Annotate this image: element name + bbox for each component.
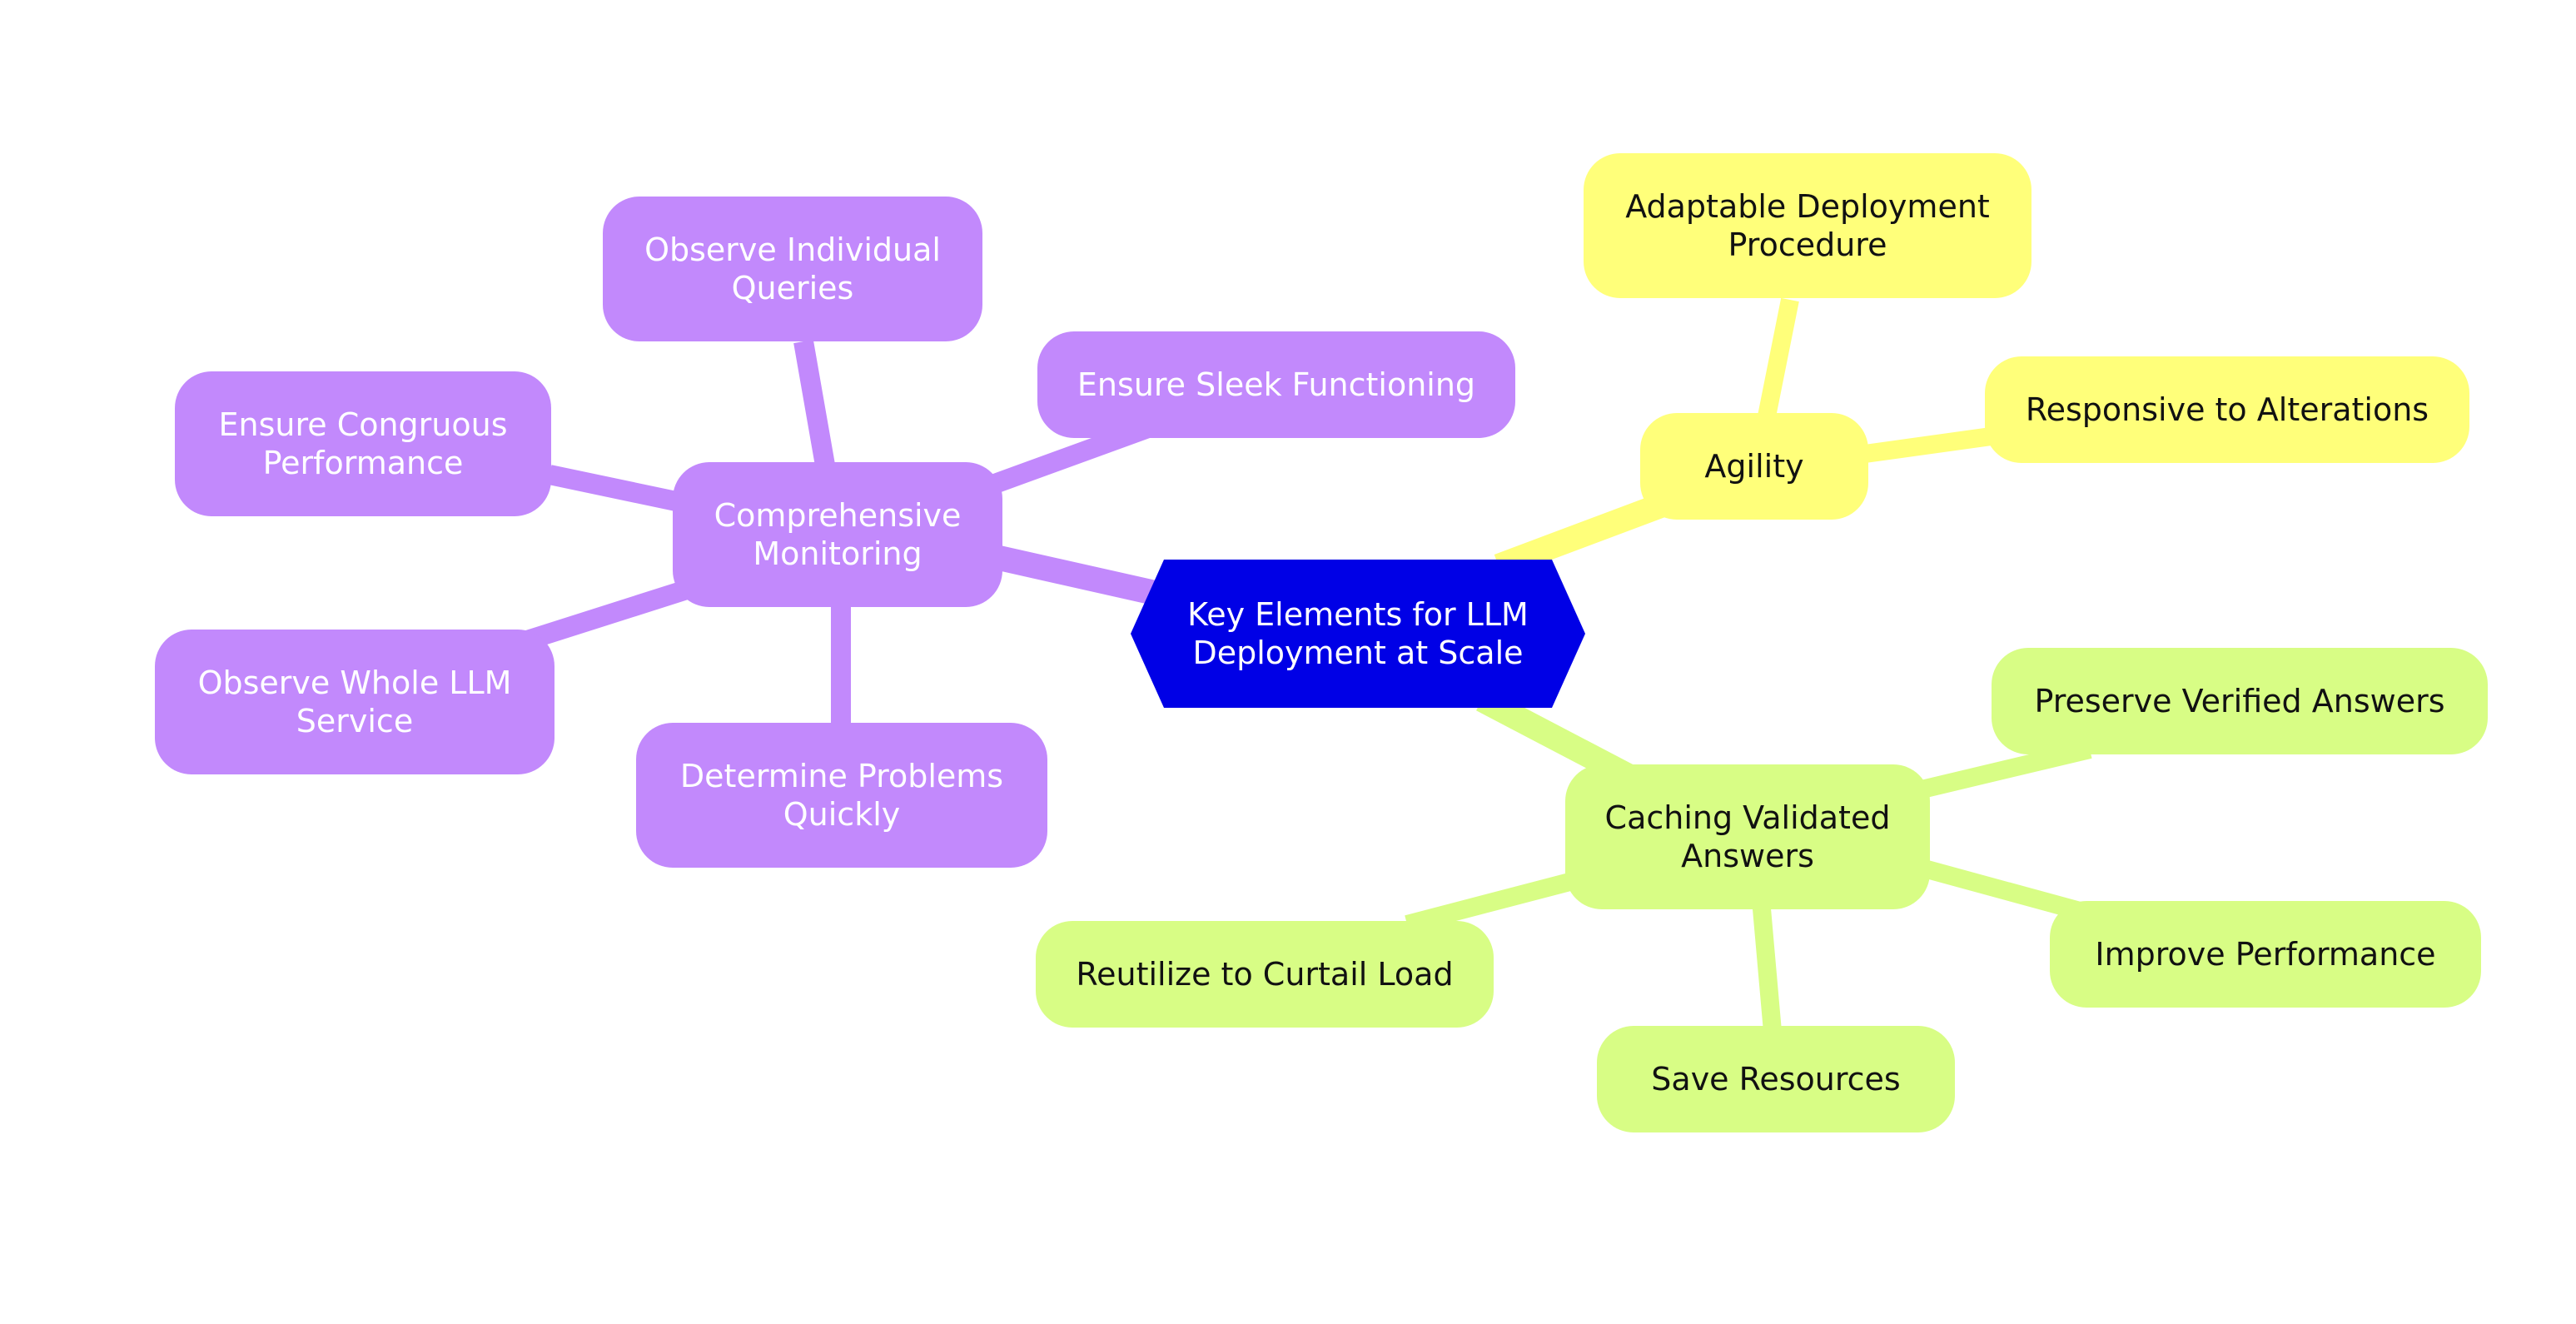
leaf-node-determine-problems-quickly[interactable]: Determine Problems Quickly — [636, 723, 1047, 868]
leaf-node-observe-whole-llm-service[interactable]: Observe Whole LLM Service — [155, 630, 554, 774]
leaf-label: Adaptable Deployment Procedure — [1625, 188, 1990, 263]
leaf-node-ensure-sleek-functioning[interactable]: Ensure Sleek Functioning — [1037, 331, 1515, 438]
edge-caching-c3 — [1752, 898, 1783, 1042]
leaf-label: Observe Individual Queries — [644, 231, 941, 306]
leaf-node-observe-individual-queries[interactable]: Observe Individual Queries — [603, 197, 982, 341]
root-label: Key Elements for LLM Deployment at Scale — [1187, 596, 1529, 671]
leaf-node-ensure-congruous-performance[interactable]: Ensure Congruous Performance — [175, 371, 551, 516]
leaf-label: Reutilize to Curtail Load — [1076, 956, 1454, 993]
leaf-node-adaptable-deployment-procedure[interactable]: Adaptable Deployment Procedure — [1584, 153, 2031, 298]
branch-node-monitoring[interactable]: Comprehensive Monitoring — [673, 462, 1002, 607]
leaf-label: Observe Whole LLM Service — [197, 664, 512, 739]
leaf-node-preserve-verified-answers[interactable]: Preserve Verified Answers — [1992, 648, 2488, 754]
edge-agility-a1 — [1756, 297, 1799, 427]
leaf-label: Determine Problems Quickly — [679, 758, 1004, 833]
edge-caching-c1 — [1912, 740, 2092, 800]
leaf-label: Preserve Verified Answers — [2034, 683, 2445, 719]
leaf-node-responsive-to-alterations[interactable]: Responsive to Alterations — [1985, 356, 2469, 463]
leaf-label: Save Resources — [1651, 1061, 1901, 1098]
branch-node-agility[interactable]: Agility — [1640, 413, 1868, 520]
leaf-label: Ensure Sleek Functioning — [1077, 366, 1476, 403]
branch-label: Comprehensive Monitoring — [714, 497, 962, 572]
leaf-node-reutilize-to-curtail-load[interactable]: Reutilize to Curtail Load — [1036, 921, 1494, 1028]
branch-label: Agility — [1704, 448, 1804, 485]
leaf-label: Improve Performance — [2095, 936, 2436, 973]
leaf-label: Ensure Congruous Performance — [218, 406, 508, 481]
root-node[interactable]: Key Elements for LLM Deployment at Scale — [1131, 560, 1585, 708]
leaf-label: Responsive to Alterations — [2025, 391, 2429, 428]
leaf-node-save-resources[interactable]: Save Resources — [1597, 1026, 1955, 1132]
branch-node-caching[interactable]: Caching Validated Answers — [1565, 764, 1930, 909]
leaf-node-improve-performance[interactable]: Improve Performance — [2050, 901, 2481, 1008]
branch-label: Caching Validated Answers — [1604, 799, 1891, 874]
